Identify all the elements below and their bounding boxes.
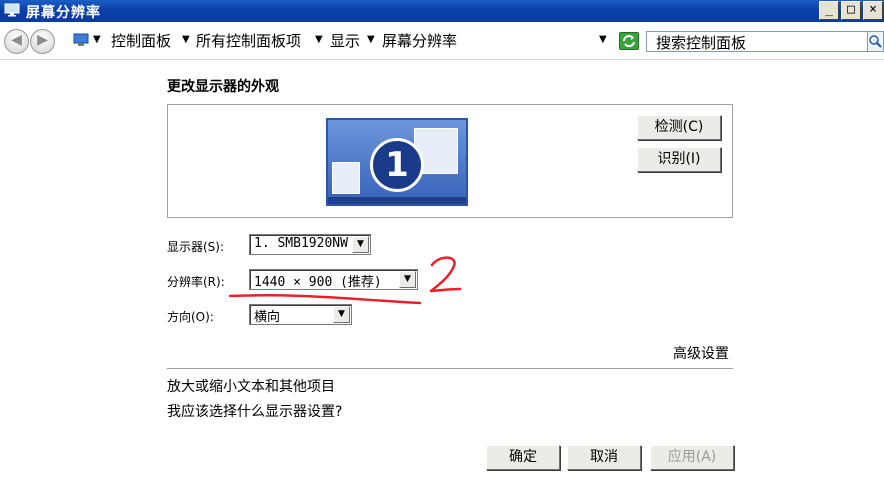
breadcrumb-all-items[interactable]: 所有控制面板项	[196, 30, 301, 51]
cancel-button[interactable]: 取消	[567, 445, 641, 470]
preview-window-graphic	[332, 162, 360, 194]
advanced-settings-link[interactable]: 高级设置	[673, 343, 729, 363]
annotation-number-2	[429, 256, 462, 293]
breadcrumb-control-panel[interactable]: 控制面板	[111, 30, 171, 51]
monitor-number-badge: 1	[370, 138, 424, 192]
display-select[interactable]: 1. SMB1920NW ▼	[249, 234, 371, 255]
detect-button[interactable]: 检测(C)	[637, 115, 721, 140]
preview-taskbar-graphic	[328, 197, 466, 204]
forward-button[interactable]: ▶	[30, 29, 55, 54]
refresh-icon	[623, 35, 635, 48]
back-button[interactable]: ◀	[4, 29, 29, 54]
window-title: 屏幕分辨率	[26, 5, 101, 21]
handwritten-annotation	[228, 256, 462, 305]
breadcrumb-display[interactable]: 显示	[330, 30, 360, 51]
resolution-label: 分辨率(R):	[167, 275, 225, 289]
identify-button[interactable]: 识别(I)	[637, 147, 721, 172]
chevron-down-icon[interactable]: ▼	[333, 306, 350, 323]
address-bar: ◀ ▶ ▼ 控制面板 ▼ 所有控制面板项 ▼ 显示 ▼ 屏幕分辨率 ▼ 搜索控制…	[0, 22, 884, 60]
monitor-1-preview[interactable]: 1	[326, 118, 468, 206]
monitor-preview-panel: 1 检测(C) 识别(I)	[167, 104, 733, 218]
orientation-label: 方向(O):	[167, 310, 214, 324]
apply-button: 应用(A)	[650, 445, 734, 470]
history-dropdown-icon[interactable]: ▼	[599, 34, 607, 45]
annotation-underline	[228, 294, 422, 305]
chevron-down-icon[interactable]: ▼	[315, 34, 323, 45]
search-placeholder: 搜索控制面板	[656, 34, 747, 52]
page-title: 更改显示器的外观	[167, 79, 279, 95]
display-label: 显示器(S):	[167, 240, 225, 254]
chevron-down-icon[interactable]: ▼	[352, 236, 369, 253]
maximize-button[interactable]: □	[841, 1, 861, 20]
text-size-link[interactable]: 放大或缩小文本和其他项目	[167, 376, 335, 396]
search-icon	[869, 35, 882, 48]
display-settings-icon	[4, 3, 20, 17]
minimize-button[interactable]: _	[819, 1, 839, 20]
chevron-down-icon[interactable]: ▼	[367, 34, 375, 45]
orientation-select-value: 横向	[254, 310, 281, 325]
close-button[interactable]: ×	[863, 1, 883, 20]
search-input[interactable]: 搜索控制面板	[646, 31, 868, 52]
resolution-select-value: 1440 × 900 (推荐)	[254, 275, 382, 290]
chevron-down-icon[interactable]: ▼	[182, 34, 190, 45]
search-button[interactable]	[867, 31, 884, 52]
chevron-down-icon[interactable]: ▼	[93, 34, 101, 45]
chevron-down-icon[interactable]: ▼	[399, 271, 416, 288]
display-select-value: 1. SMB1920NW	[254, 236, 348, 251]
control-panel-icon	[73, 33, 89, 46]
breadcrumb-screen-resolution[interactable]: 屏幕分辨率	[382, 30, 457, 51]
ok-button[interactable]: 确定	[486, 445, 560, 470]
divider	[167, 368, 733, 369]
breadcrumb[interactable]: ▼ 控制面板 ▼ 所有控制面板项 ▼ 显示 ▼ 屏幕分辨率 ▼	[70, 30, 614, 52]
resolution-select[interactable]: 1440 × 900 (推荐) ▼	[249, 269, 418, 290]
which-settings-link[interactable]: 我应该选择什么显示器设置?	[167, 401, 342, 421]
orientation-select[interactable]: 横向 ▼	[249, 304, 352, 325]
forward-arrow-icon: ▶	[37, 32, 48, 48]
refresh-button[interactable]	[619, 32, 639, 50]
back-arrow-icon: ◀	[11, 32, 22, 48]
title-bar: 屏幕分辨率 _ □ ×	[0, 0, 884, 22]
